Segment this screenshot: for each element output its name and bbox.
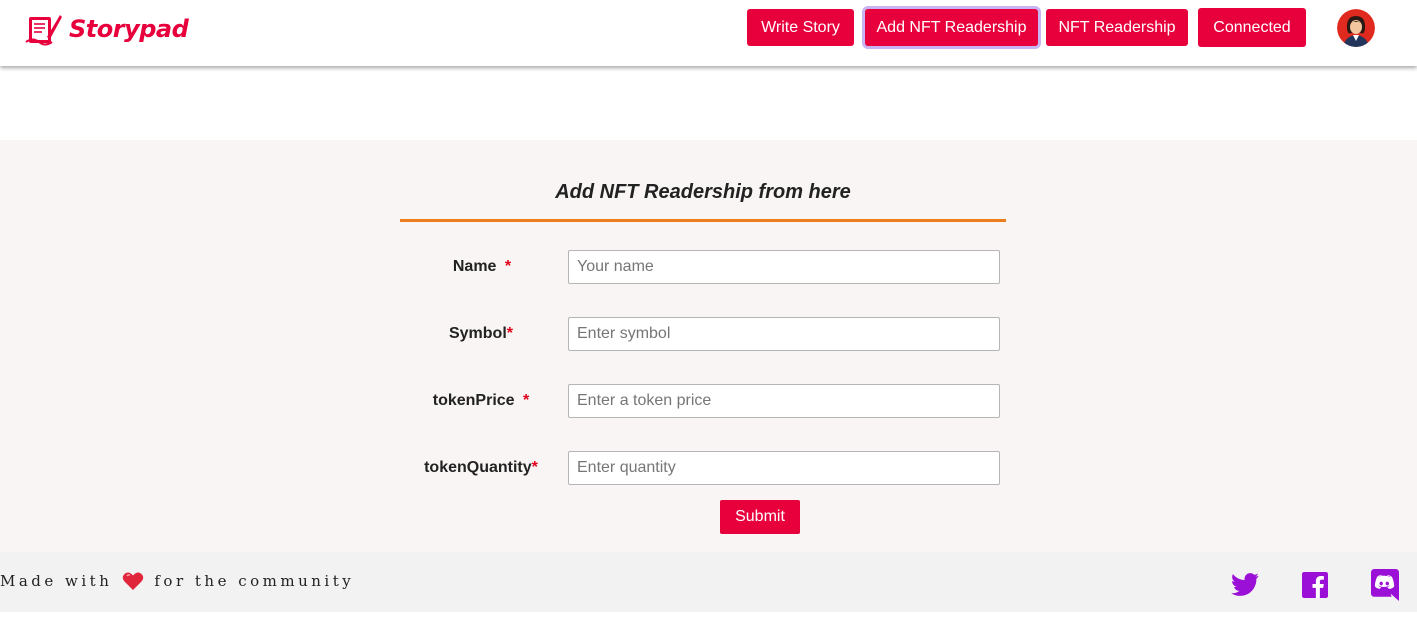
symbol-label: Symbol* [411,325,551,343]
required-mark: * [523,392,530,409]
name-input[interactable] [568,250,1000,284]
footer-text-after: for the community [154,572,355,590]
title-underline [400,219,1006,222]
required-mark: * [504,258,512,275]
add-nft-form-section: Add NFT Readership from here Name * Symb… [0,140,1417,552]
heart-icon [123,572,144,590]
write-story-button[interactable]: Write Story [747,9,854,46]
brand-name: Storypad [69,15,189,43]
avatar-image [1337,9,1375,47]
facebook-icon[interactable] [1302,572,1328,598]
footer-text-before: Made with [0,572,113,590]
required-mark: * [506,325,514,342]
brand-logo[interactable]: Storypad [25,11,189,47]
token-price-label: tokenPrice * [411,392,551,410]
add-nft-readership-button[interactable]: Add NFT Readership [865,9,1038,46]
name-label: Name * [412,258,552,276]
nft-readership-button[interactable]: NFT Readership [1046,9,1188,46]
twitter-icon[interactable] [1230,570,1260,600]
token-price-label-text: tokenPrice [432,392,515,409]
symbol-label-text: Symbol [448,325,507,342]
symbol-input[interactable] [568,317,1000,351]
form-title: Add NFT Readership from here [555,181,851,203]
token-quantity-label-text: tokenQuantity [424,459,532,476]
book-quill-icon [25,15,62,46]
name-label-text: Name [452,258,497,275]
submit-button[interactable]: Submit [720,500,800,534]
required-mark: * [531,459,538,476]
footer-tagline: Made with for the community [0,571,354,591]
user-avatar[interactable] [1337,9,1375,47]
token-price-input[interactable] [568,384,1000,418]
token-quantity-input[interactable] [568,451,1000,485]
token-quantity-label: tokenQuantity* [411,459,551,477]
connected-wallet-button[interactable]: Connected [1198,8,1306,47]
discord-icon[interactable] [1371,569,1399,601]
page-footer: Made with for the community [0,552,1417,612]
top-navbar: Storypad Write Story Add NFT Readership … [0,0,1417,66]
